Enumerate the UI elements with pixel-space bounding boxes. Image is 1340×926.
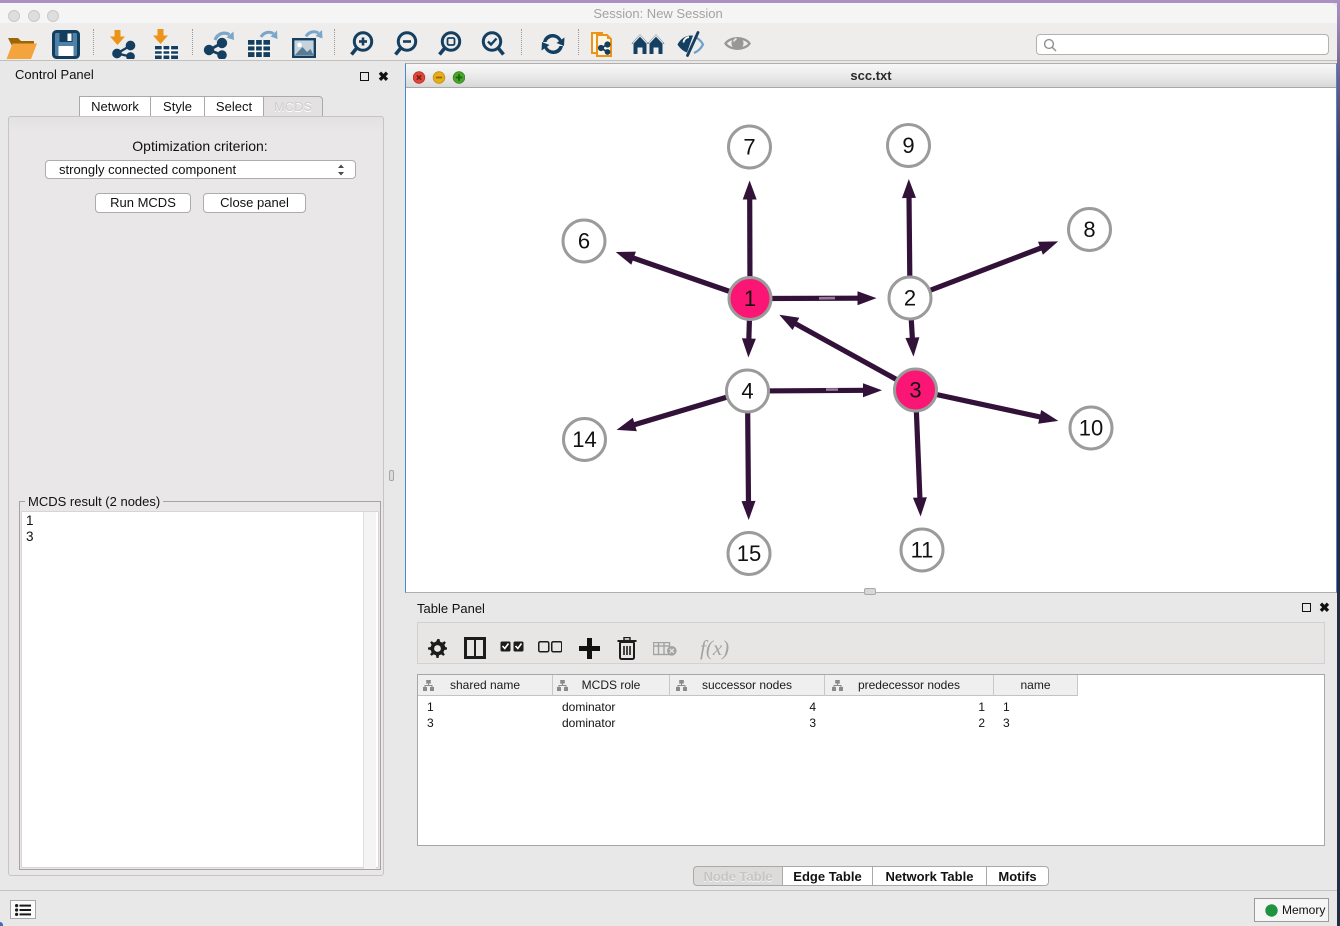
svg-text:11: 11	[911, 538, 934, 563]
svg-text:6: 6	[578, 229, 590, 254]
svg-text:14: 14	[572, 427, 596, 452]
svg-text:1: 1	[744, 286, 756, 311]
svg-text:9: 9	[902, 133, 914, 158]
svg-text:4: 4	[741, 379, 753, 404]
svg-text:7: 7	[743, 135, 755, 160]
svg-text:15: 15	[737, 541, 761, 566]
svg-text:8: 8	[1083, 217, 1095, 242]
svg-text:10: 10	[1079, 416, 1103, 441]
svg-text:3: 3	[909, 378, 921, 403]
svg-text:2: 2	[904, 286, 916, 311]
